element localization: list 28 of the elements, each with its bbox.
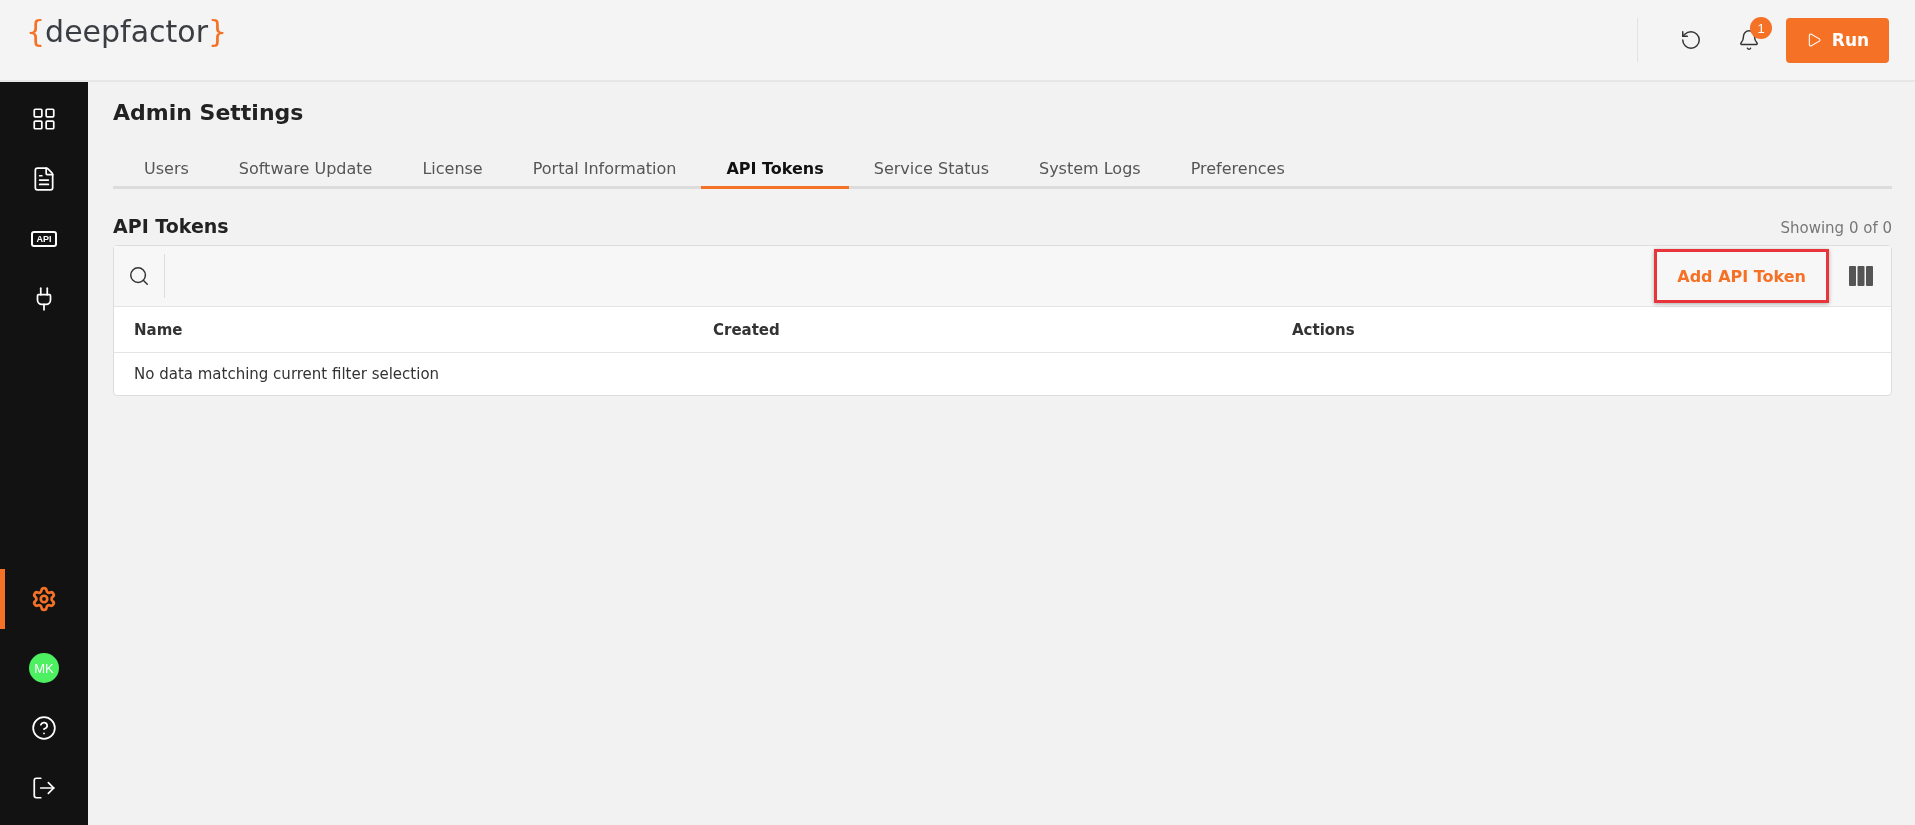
tab[interactable]: Portal Information — [507, 151, 702, 189]
empty-message: No data matching current filter selection — [134, 365, 441, 383]
tab[interactable]: Users — [119, 151, 214, 189]
api-icon: API — [31, 231, 57, 247]
avatar: MK — [29, 653, 59, 683]
column-header: Name — [134, 320, 184, 339]
tab[interactable]: License — [397, 151, 508, 189]
search-icon — [128, 265, 150, 287]
tab[interactable]: System Logs — [1013, 151, 1166, 189]
grid-icon — [31, 106, 57, 132]
result-count: Showing 0 of 0 — [1780, 219, 1892, 237]
settings-icon — [31, 586, 57, 612]
notification-badge: 1 — [1750, 17, 1772, 39]
tab[interactable]: Preferences — [1165, 151, 1310, 189]
refresh-icon — [1680, 29, 1702, 51]
columns-icon — [1849, 266, 1873, 286]
tab[interactable]: Service Status — [848, 151, 1014, 189]
help-icon — [31, 715, 57, 741]
sidebar-item[interactable]: API — [0, 218, 88, 260]
section-title: API Tokens — [113, 215, 229, 237]
bell-icon — [1738, 29, 1760, 51]
logo: {deepfactor} — [26, 13, 228, 49]
column-header: Actions — [1292, 320, 1356, 339]
tab[interactable]: Software Update — [213, 151, 398, 189]
page-title: Admin Settings — [113, 100, 305, 125]
column-header: Created — [713, 320, 781, 339]
tab[interactable]: API Tokens — [701, 151, 849, 189]
logout-icon — [31, 775, 57, 801]
